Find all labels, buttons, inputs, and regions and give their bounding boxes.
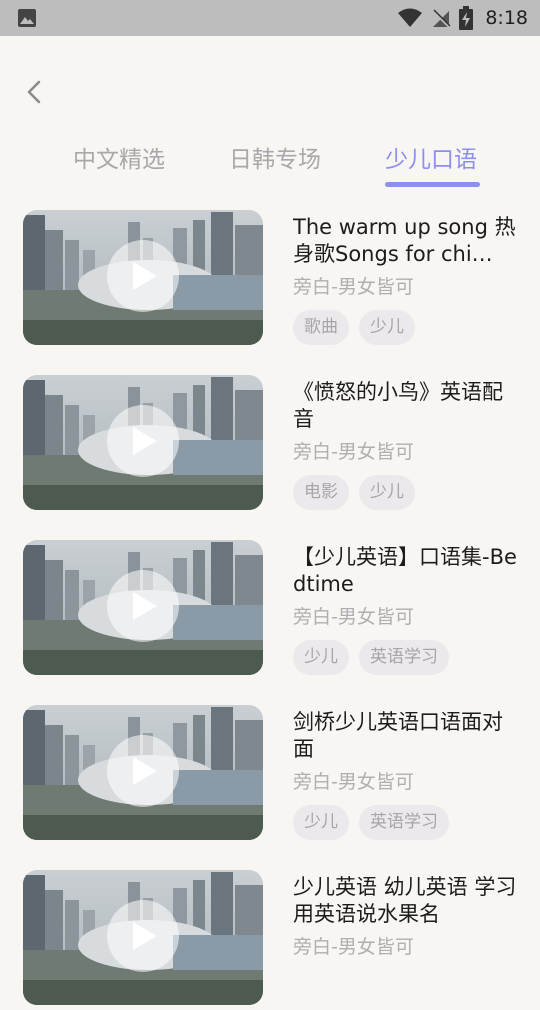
item-info: 【少儿英语】口语集-Bedtime 旁白-男女皆可少儿 英语学习	[293, 544, 523, 675]
item-info: 《愤怒的小鸟》英语配音旁白-男女皆可电影 少儿	[293, 379, 523, 510]
video-thumbnail[interactable]	[23, 870, 263, 1005]
tab-japan-korea[interactable]: 日韩专场	[229, 140, 321, 174]
chevron-left-icon[interactable]	[24, 78, 48, 106]
play-icon[interactable]	[23, 705, 263, 840]
item-title: 【少儿英语】口语集-Bedtime	[293, 545, 517, 596]
tag-list: 少儿 英语学习	[293, 805, 523, 840]
item-title: 《愤怒的小鸟》英语配音	[293, 380, 503, 431]
tag-list: 少儿 英语学习	[293, 640, 523, 675]
item-info: The warm up song 热身歌Songs for chi… 旁白-男女皆…	[293, 214, 523, 345]
tag-chip: 少儿	[293, 640, 349, 675]
item-subtitle: 旁白-男女皆可	[293, 441, 414, 463]
no-signal-icon	[432, 9, 451, 28]
item-subtitle: 旁白-男女皆可	[293, 936, 414, 958]
tag-chip: 少儿	[359, 475, 415, 510]
item-title: The warm up song 热身歌Songs for chi…	[293, 215, 516, 266]
play-icon[interactable]	[23, 210, 263, 345]
tab-kids-speaking[interactable]: 少儿口语	[385, 140, 477, 174]
video-thumbnail[interactable]	[23, 705, 263, 840]
video-thumbnail[interactable]	[23, 210, 263, 345]
tag-chip: 少儿	[293, 805, 349, 840]
list-item[interactable]: 剑桥少儿英语口语面对面旁白-男女皆可少儿 英语学习	[0, 705, 540, 845]
tag-list: 歌曲 少儿	[293, 310, 523, 345]
video-thumbnail[interactable]	[23, 375, 263, 510]
item-title: 剑桥少儿英语口语面对面	[293, 710, 503, 761]
item-title: 少儿英语 幼儿英语 学习用英语说水果名	[293, 875, 517, 926]
video-thumbnail[interactable]	[23, 540, 263, 675]
tag-list: 电影 少儿	[293, 475, 523, 510]
tag-chip: 歌曲	[293, 310, 349, 345]
play-icon[interactable]	[23, 540, 263, 675]
item-subtitle: 旁白-男女皆可	[293, 276, 414, 298]
wifi-icon	[398, 8, 423, 27]
item-subtitle: 旁白-男女皆可	[293, 606, 414, 628]
tab-indicator	[385, 182, 480, 187]
tag-chip: 电影	[293, 475, 349, 510]
play-icon[interactable]	[23, 870, 263, 1005]
tag-chip: 少儿	[359, 310, 415, 345]
battery-charging-icon	[459, 6, 474, 30]
status-bar: 8:18	[0, 0, 540, 36]
tag-chip: 英语学习	[359, 640, 449, 675]
list-item[interactable]: 少儿英语 幼儿英语 学习用英语说水果名旁白-男女皆可	[0, 870, 540, 1010]
clock: 8:18	[485, 7, 528, 29]
tab-chinese-selection[interactable]: 中文精选	[73, 140, 165, 174]
image-icon	[18, 9, 36, 27]
list-item[interactable]: The warm up song 热身歌Songs for chi… 旁白-男女皆…	[0, 210, 540, 350]
tag-chip: 英语学习	[359, 805, 449, 840]
play-icon[interactable]	[23, 375, 263, 510]
list-item[interactable]: 《愤怒的小鸟》英语配音旁白-男女皆可电影 少儿	[0, 375, 540, 515]
item-info: 少儿英语 幼儿英语 学习用英语说水果名旁白-男女皆可	[293, 874, 523, 970]
list-item[interactable]: 【少儿英语】口语集-Bedtime 旁白-男女皆可少儿 英语学习	[0, 540, 540, 680]
item-info: 剑桥少儿英语口语面对面旁白-男女皆可少儿 英语学习	[293, 709, 523, 840]
item-subtitle: 旁白-男女皆可	[293, 771, 414, 793]
